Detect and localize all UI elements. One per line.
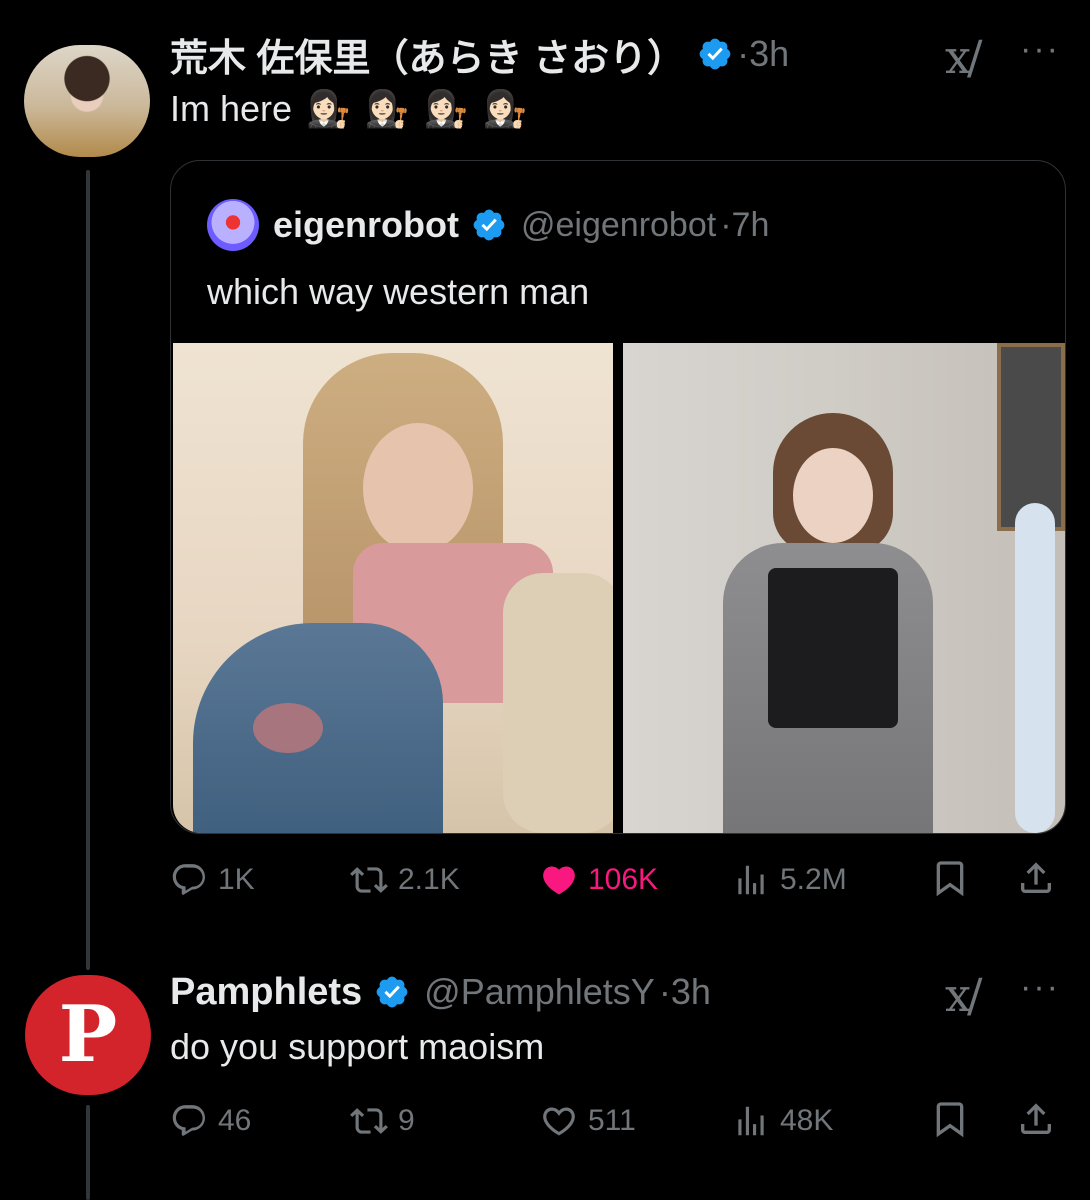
reply-button[interactable]: 46 (170, 1102, 350, 1140)
quote-image-left[interactable] (173, 343, 613, 833)
verified-badge-icon (473, 209, 505, 241)
tweet-body: Im here (170, 88, 293, 129)
handle[interactable]: @PamphletsY (424, 971, 655, 1013)
share-icon (1021, 861, 1051, 893)
reply-count: 46 (218, 1104, 252, 1137)
tweet-text: do you support maoism (170, 1026, 545, 1067)
views-count: 48K (780, 1104, 834, 1137)
repost-button[interactable]: 2.1K (350, 861, 540, 899)
tweet-header: 荒木 佐保里（あらき さおり） · 3h (170, 30, 789, 80)
emoji: 👩🏻‍⚖️ (306, 88, 351, 129)
quote-timestamp: 7h (731, 205, 770, 244)
reply-icon (172, 864, 206, 895)
verified-badge-icon (699, 38, 731, 70)
bookmark-button[interactable] (930, 858, 970, 903)
views-icon (738, 865, 764, 895)
thread-line-top (86, 170, 90, 970)
like-icon (543, 1107, 575, 1136)
repost-icon (350, 1108, 388, 1134)
grok-icon[interactable]: x/ (945, 30, 983, 84)
like-icon (543, 866, 575, 895)
separator: · (720, 205, 732, 244)
share-icon (1021, 1102, 1051, 1134)
share-button[interactable] (1016, 858, 1056, 903)
avatar[interactable] (24, 45, 150, 157)
more-icon[interactable]: ··· (1020, 968, 1060, 1007)
quote-image-right[interactable] (623, 343, 1065, 833)
views-icon (738, 1106, 764, 1136)
repost-icon (350, 867, 388, 893)
quote-text: which way western man (207, 271, 590, 312)
tweet-header: Pamphlets @PamphletsY · 3h (170, 968, 711, 1016)
views-count: 5.2M (780, 863, 847, 896)
more-icon[interactable]: ··· (1020, 30, 1060, 69)
quote-header: eigenrobot @eigenrobot · 7h (207, 199, 770, 251)
quote-handle: @eigenrobot (521, 205, 717, 244)
timestamp[interactable]: 3h (749, 33, 789, 75)
like-count: 106K (588, 863, 659, 896)
emoji: 👩🏻‍⚖️ (423, 88, 469, 129)
bookmark-icon (936, 1101, 964, 1137)
avatar-letter: P (58, 989, 118, 1080)
like-button[interactable]: 106K (540, 861, 732, 899)
views-button[interactable]: 5.2M (732, 861, 922, 899)
grok-icon[interactable]: x/ (945, 968, 983, 1022)
share-button[interactable] (1016, 1099, 1056, 1144)
like-button[interactable]: 511 (540, 1102, 732, 1140)
emoji: 👩🏻‍⚖️ (482, 88, 528, 129)
like-count: 511 (588, 1104, 636, 1137)
quote-tweet-card[interactable]: eigenrobot @eigenrobot · 7h which way we… (170, 160, 1066, 834)
tweet-actions: 1K 2.1K 106K 5.2M (170, 855, 1064, 905)
verified-badge-icon (376, 976, 408, 1008)
repost-count: 2.1K (398, 863, 460, 896)
timestamp[interactable]: 3h (671, 971, 711, 1013)
reply-button[interactable]: 1K (170, 861, 350, 899)
reply-icon (172, 1105, 206, 1136)
separator: · (737, 33, 750, 74)
display-name[interactable]: 荒木 佐保里（あらき さおり） (170, 27, 685, 82)
quote-avatar (207, 199, 259, 251)
bookmark-icon (936, 860, 964, 896)
avatar[interactable]: P (25, 975, 151, 1095)
thread-line-bottom (86, 1105, 90, 1200)
reply-count: 1K (218, 863, 255, 896)
tweet-actions: 46 9 511 48K (170, 1096, 1064, 1146)
quote-display-name: eigenrobot (273, 204, 459, 245)
separator: · (658, 971, 671, 1012)
emoji: 👩🏻‍⚖️ (364, 88, 410, 129)
views-button[interactable]: 48K (732, 1102, 922, 1140)
display-name[interactable]: Pamphlets (170, 971, 362, 1014)
repost-button[interactable]: 9 (350, 1102, 540, 1140)
tweet-text: Im here 👩🏻‍⚖️ 👩🏻‍⚖️ 👩🏻‍⚖️ 👩🏻‍⚖️ (170, 86, 527, 132)
repost-count: 9 (398, 1104, 415, 1137)
bookmark-button[interactable] (930, 1099, 970, 1144)
